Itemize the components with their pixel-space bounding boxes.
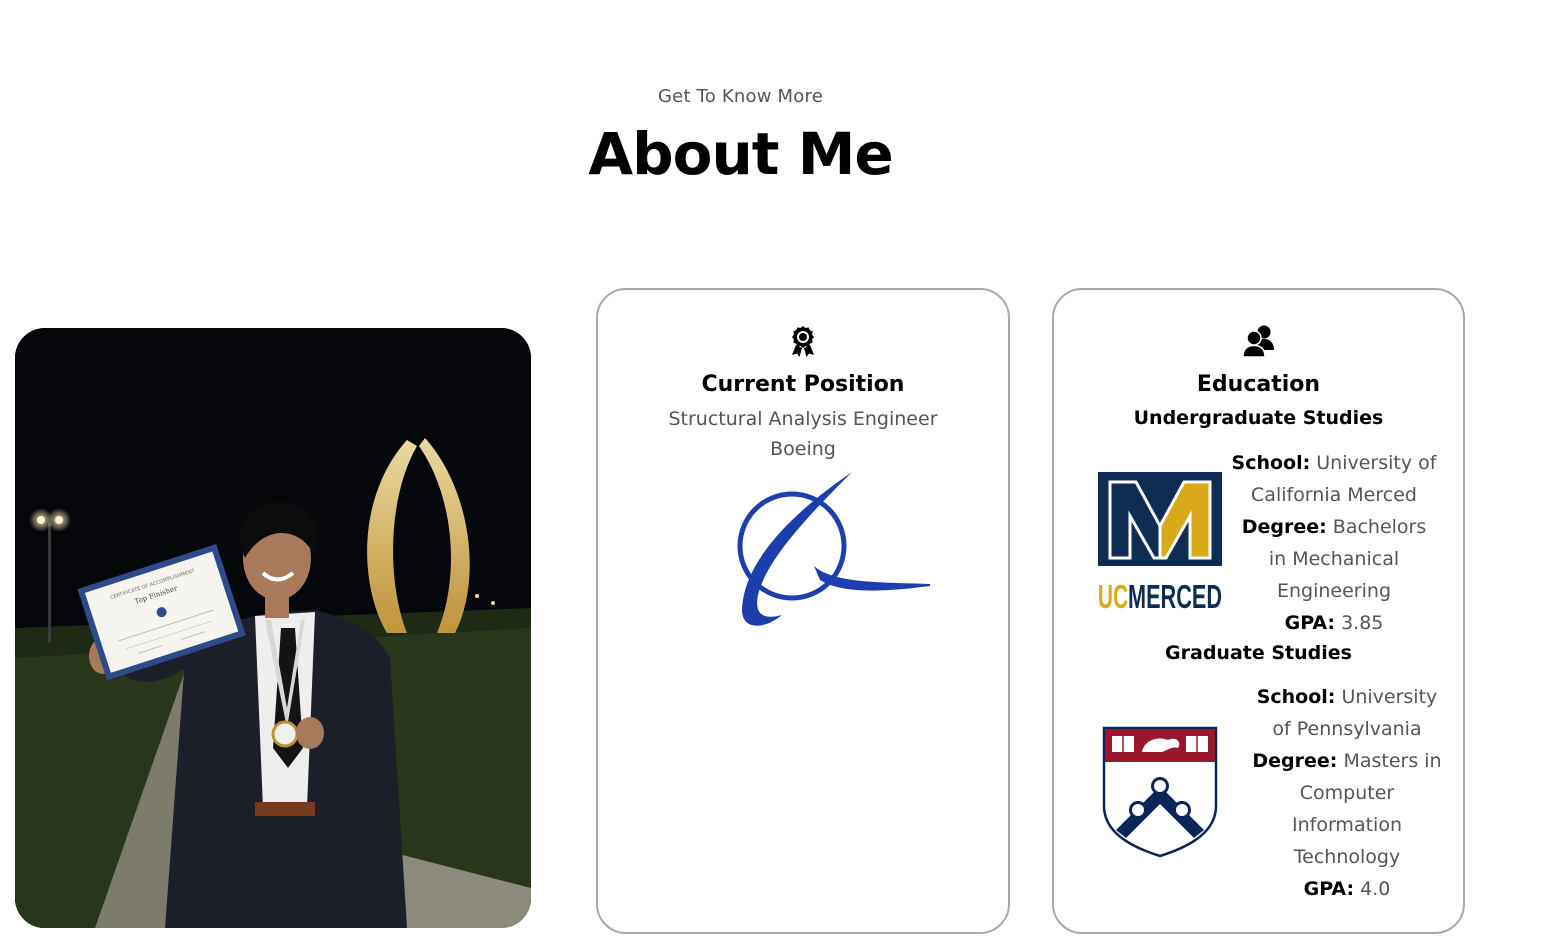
undergrad-heading: Undergraduate Studies [1133, 407, 1384, 429]
school-label: School: [1231, 452, 1311, 474]
current-position-title: Current Position [701, 372, 905, 397]
undergrad-details: School: University of California Merced … [1230, 447, 1438, 639]
gpa-label: GPA: [1303, 878, 1355, 900]
school-label: School: [1256, 686, 1336, 708]
grad-details: School: University of Pennsylvania Degre… [1252, 681, 1442, 905]
position-role: Structural Analysis Engineer [668, 408, 938, 430]
undergrad-gpa: GPA: 3.85 [1230, 607, 1438, 639]
gpa-value: 4.0 [1360, 878, 1391, 900]
profile-photo: CERTIFICATE OF ACCOMPLISHMENT Top Finish… [15, 328, 531, 928]
education-title: Education [1196, 372, 1321, 397]
grad-heading: Graduate Studies [1165, 642, 1352, 664]
position-company: Boeing [770, 438, 836, 460]
degree-label: Degree: [1252, 750, 1338, 772]
undergrad-school: School: University of California Merced [1230, 447, 1438, 511]
gpa-label: GPA: [1284, 612, 1336, 634]
page-title: About Me [588, 120, 894, 188]
page-subtitle: Get To Know More [658, 86, 823, 107]
ucmerced-logo: UC MERCED [1096, 470, 1224, 616]
boeing-logo [734, 470, 930, 636]
education-card: Education Undergraduate Studies UC MERCE… [1052, 288, 1465, 934]
grad-gpa: GPA: 4.0 [1252, 873, 1442, 905]
undergrad-degree: Degree: Bachelors in Mechanical Engineer… [1230, 511, 1438, 607]
grad-school: School: University of Pennsylvania [1252, 681, 1442, 745]
grad-degree: Degree: Masters in Computer Information … [1252, 745, 1442, 873]
users-icon [1241, 324, 1275, 362]
degree-label: Degree: [1241, 516, 1327, 538]
gpa-value: 3.85 [1341, 612, 1384, 634]
ucmerced-logo-uc: UC [1098, 578, 1128, 612]
penn-shield-logo [1102, 726, 1218, 862]
award-icon [790, 324, 816, 362]
ucmerced-logo-merced: MERCED [1128, 578, 1222, 612]
current-position-card: Current Position Structural Analysis Eng… [596, 288, 1010, 934]
